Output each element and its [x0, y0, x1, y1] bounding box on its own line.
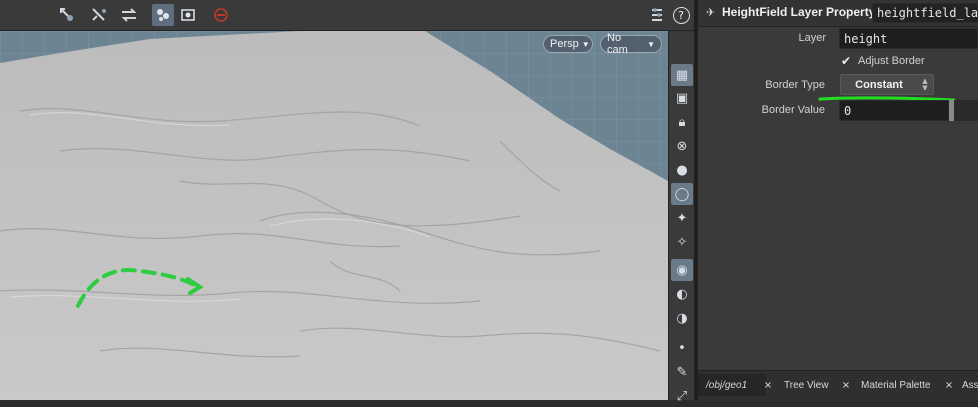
node-type-label: HeightField Layer Property [722, 5, 876, 19]
brush-icon[interactable]: ✎ [671, 361, 693, 383]
tab-label: Tree View [784, 379, 829, 391]
chevron-down-icon: ▼ [581, 39, 590, 49]
tab-label: /obj/geo1 [706, 379, 748, 391]
cam-menu[interactable]: No cam ▼ [600, 32, 662, 56]
viewport-toolbar: ? [0, 0, 694, 31]
select-move-icon[interactable] [56, 4, 78, 26]
visibility-icon[interactable]: ◉ [671, 259, 693, 281]
close-icon[interactable]: × [838, 374, 854, 396]
transform-handle-icon[interactable] [118, 4, 140, 26]
layer-label: Layer [798, 32, 826, 44]
border-type-value: Constant [855, 78, 903, 91]
border-value-label: Border Value [761, 104, 825, 116]
up-down-arrows-icon: ▲ ▼ [922, 76, 928, 92]
pin-icon[interactable]: ⊗ [671, 135, 693, 157]
tab-obj-geo1[interactable]: /obj/geo1 [698, 374, 766, 396]
shading-icon[interactable]: ● [671, 159, 693, 181]
chevron-down-icon: ▼ [647, 39, 655, 49]
snap-icon[interactable] [152, 4, 174, 26]
display-icon[interactable]: ▦ [671, 64, 693, 86]
cam-menu-label: No cam [607, 32, 628, 56]
parameter-panel: ✈ HeightField Layer Property heightfield… [698, 0, 978, 400]
dot-icon[interactable]: • [671, 337, 693, 359]
render-icon[interactable]: ◑ [671, 307, 693, 329]
border-value-field[interactable]: 0 [839, 100, 949, 121]
node-type-icon: ✈ [706, 6, 716, 19]
layer-field[interactable]: height [839, 28, 978, 49]
lighting-icon[interactable]: ◯ [671, 183, 693, 205]
scene-viewport[interactable]: Persp ▼ No cam ▼ [0, 31, 668, 400]
slider-handle[interactable] [949, 100, 954, 121]
node-name-field[interactable]: heightfield_layerproperty1 [872, 3, 978, 23]
adjust-border-checkbox[interactable]: ✔ [841, 55, 853, 67]
ghost-icon[interactable]: ▣ [671, 87, 693, 109]
tab-label: Asset [962, 379, 978, 391]
viewport-side-toolbar: ▦ ▣ 🔒︎ ⊗ ● ◯ ✦ ✧ ◉ ◐ ◑ • ✎ ⤢ [668, 31, 695, 404]
camera-menu-label: Persp [550, 38, 579, 50]
camera-menu[interactable]: Persp ▼ [543, 35, 593, 53]
terrain-render [0, 31, 668, 400]
light-icon[interactable]: ✦ [671, 207, 693, 229]
disable-icon[interactable] [210, 4, 232, 26]
view-icon[interactable] [177, 4, 199, 26]
border-value-slider[interactable] [949, 100, 978, 121]
help-icon[interactable]: ? [670, 4, 692, 26]
pose-icon[interactable] [88, 4, 110, 26]
light-2-icon[interactable]: ✧ [671, 231, 693, 253]
parameter-header: ✈ HeightField Layer Property heightfield… [698, 0, 978, 27]
tab-material-palette[interactable]: Material Palette [853, 374, 949, 396]
adjust-border-label: Adjust Border [858, 55, 925, 67]
border-type-label: Border Type [765, 79, 825, 91]
help-label: ? [672, 6, 690, 24]
close-icon[interactable]: × [760, 374, 776, 396]
lock-icon[interactable]: 🔒︎ [671, 111, 693, 133]
snapshot-icon[interactable]: ◐ [671, 283, 693, 305]
tab-tree-view[interactable]: Tree View [776, 374, 842, 396]
display-options-icon[interactable] [646, 4, 668, 26]
tab-asset[interactable]: Asset [954, 374, 978, 396]
border-type-menu[interactable]: Constant ▲ ▼ [840, 74, 934, 95]
pane-tab-bar: /obj/geo1 × Tree View × Material Palette… [698, 370, 978, 401]
expand-icon[interactable]: ⤢ [671, 385, 693, 407]
tab-label: Material Palette [861, 379, 931, 391]
